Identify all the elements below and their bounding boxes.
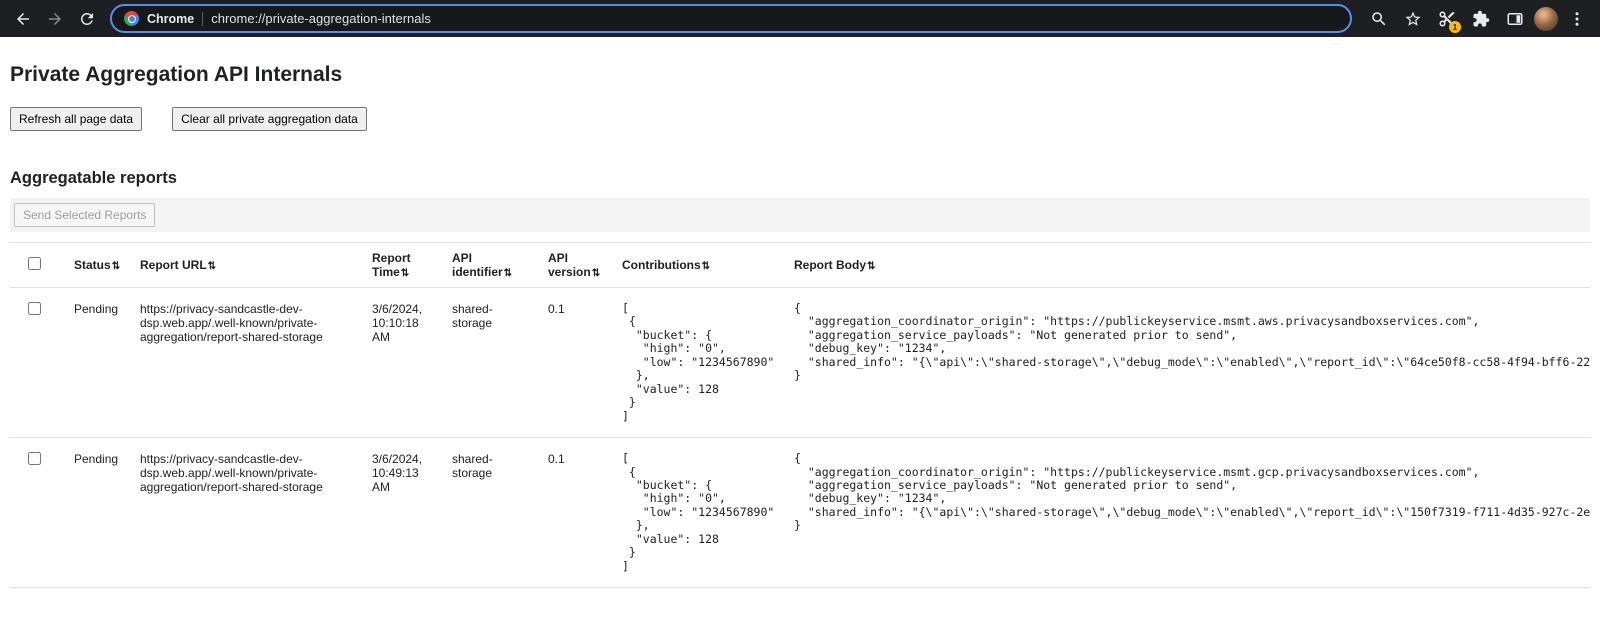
reports-table: Status⇅ Report URL⇅ Report Time⇅ API ide… bbox=[10, 242, 1590, 588]
row-select-cell bbox=[10, 438, 66, 588]
row-checkbox[interactable] bbox=[28, 452, 41, 465]
report-time-cell: 3/6/2024, 10:49:13 AM bbox=[364, 438, 444, 588]
table-header-row: Status⇅ Report URL⇅ Report Time⇅ API ide… bbox=[10, 243, 1590, 288]
api-identifier-cell: shared-storage bbox=[444, 438, 540, 588]
status-cell: Pending bbox=[66, 288, 132, 438]
refresh-all-button[interactable]: Refresh all page data bbox=[10, 107, 142, 131]
col-header-label: API version bbox=[548, 251, 591, 279]
report-url-cell: https://privacy-sandcastle-dev-dsp.web.a… bbox=[132, 288, 364, 438]
api-version-cell: 0.1 bbox=[540, 438, 614, 588]
sort-icon: ⇅ bbox=[504, 268, 512, 279]
side-panel-button[interactable] bbox=[1500, 4, 1530, 34]
kebab-menu-icon bbox=[1568, 10, 1586, 28]
site-chip-label: Chrome bbox=[147, 12, 194, 26]
browser-menu-button[interactable] bbox=[1562, 4, 1592, 34]
search-icon bbox=[1370, 10, 1388, 28]
col-header-label: Status bbox=[74, 258, 111, 272]
profile-avatar[interactable] bbox=[1534, 7, 1558, 31]
col-header-contributions[interactable]: Contributions⇅ bbox=[614, 243, 786, 288]
page-title: Private Aggregation API Internals bbox=[10, 63, 1590, 87]
send-selected-reports-button[interactable]: Send Selected Reports bbox=[14, 203, 155, 227]
contributions-json: [ { "bucket": { "high": "0", "low": "123… bbox=[622, 452, 778, 573]
col-header-label: Contributions bbox=[622, 258, 701, 272]
report-body-cell: { "aggregation_coordinator_origin": "htt… bbox=[786, 288, 1590, 438]
row-checkbox[interactable] bbox=[28, 302, 41, 315]
clear-all-button[interactable]: Clear all private aggregation data bbox=[172, 107, 367, 131]
select-all-checkbox[interactable] bbox=[28, 257, 41, 270]
col-header-report-time[interactable]: Report Time⇅ bbox=[364, 243, 444, 288]
star-icon bbox=[1404, 10, 1422, 28]
report-time-cell: 3/6/2024, 10:10:18 AM bbox=[364, 288, 444, 438]
report-url-cell: https://privacy-sandcastle-dev-dsp.web.a… bbox=[132, 438, 364, 588]
report-body-json: { "aggregation_coordinator_origin": "htt… bbox=[794, 302, 1582, 383]
contributions-cell: [ { "bucket": { "high": "0", "low": "123… bbox=[614, 438, 786, 588]
status-cell: Pending bbox=[66, 438, 132, 588]
col-header-label: API identifier bbox=[452, 251, 503, 279]
forward-arrow-icon bbox=[46, 10, 64, 28]
sort-icon: ⇅ bbox=[702, 261, 710, 272]
reload-button[interactable] bbox=[72, 4, 102, 34]
omnibox-divider bbox=[202, 12, 203, 26]
puzzle-icon bbox=[1472, 10, 1490, 28]
col-header-status[interactable]: Status⇅ bbox=[66, 243, 132, 288]
contributions-cell: [ { "bucket": { "high": "0", "low": "123… bbox=[614, 288, 786, 438]
url-text: chrome://private-aggregation-internals bbox=[211, 11, 431, 26]
page-actions: Refresh all page data Clear all private … bbox=[10, 107, 1590, 131]
sort-icon: ⇅ bbox=[208, 261, 216, 272]
toolbar-right-controls: 1 bbox=[1364, 4, 1592, 34]
select-all-header bbox=[10, 243, 66, 288]
search-button[interactable] bbox=[1364, 4, 1394, 34]
extensions-button[interactable] bbox=[1466, 4, 1496, 34]
notification-badge: 1 bbox=[1449, 21, 1461, 33]
section-title: Aggregatable reports bbox=[10, 169, 1590, 188]
col-header-api-identifier[interactable]: API identifier⇅ bbox=[444, 243, 540, 288]
report-body-cell: { "aggregation_coordinator_origin": "htt… bbox=[786, 438, 1590, 588]
bookmark-star-button[interactable] bbox=[1398, 4, 1428, 34]
report-body-json: { "aggregation_coordinator_origin": "htt… bbox=[794, 452, 1582, 533]
pinned-extension-button[interactable]: 1 bbox=[1432, 4, 1462, 34]
col-header-api-version[interactable]: API version⇅ bbox=[540, 243, 614, 288]
browser-toolbar: Chrome chrome://private-aggregation-inte… bbox=[0, 0, 1600, 37]
col-header-label: Report Body bbox=[794, 258, 866, 272]
sort-icon: ⇅ bbox=[112, 261, 120, 272]
chrome-logo-icon bbox=[124, 11, 139, 26]
col-header-label: Report URL bbox=[140, 258, 207, 272]
row-select-cell bbox=[10, 288, 66, 438]
contributions-json: [ { "bucket": { "high": "0", "low": "123… bbox=[622, 302, 778, 423]
api-identifier-cell: shared-storage bbox=[444, 288, 540, 438]
table-row: Pending https://privacy-sandcastle-dev-d… bbox=[10, 438, 1590, 588]
omnibox[interactable]: Chrome chrome://private-aggregation-inte… bbox=[110, 4, 1352, 33]
col-header-report-url[interactable]: Report URL⇅ bbox=[132, 243, 364, 288]
api-version-cell: 0.1 bbox=[540, 288, 614, 438]
col-header-report-body[interactable]: Report Body⇅ bbox=[786, 243, 1590, 288]
reload-icon bbox=[78, 10, 96, 28]
back-button[interactable] bbox=[8, 4, 38, 34]
sort-icon: ⇅ bbox=[867, 261, 875, 272]
forward-button[interactable] bbox=[40, 4, 70, 34]
table-row: Pending https://privacy-sandcastle-dev-d… bbox=[10, 288, 1590, 438]
back-arrow-icon bbox=[14, 10, 32, 28]
side-panel-icon bbox=[1506, 10, 1524, 28]
sort-icon: ⇅ bbox=[592, 268, 600, 279]
sort-icon: ⇅ bbox=[401, 268, 409, 279]
table-toolbar: Send Selected Reports bbox=[10, 198, 1590, 232]
page-content: Private Aggregation API Internals Refres… bbox=[0, 63, 1600, 588]
